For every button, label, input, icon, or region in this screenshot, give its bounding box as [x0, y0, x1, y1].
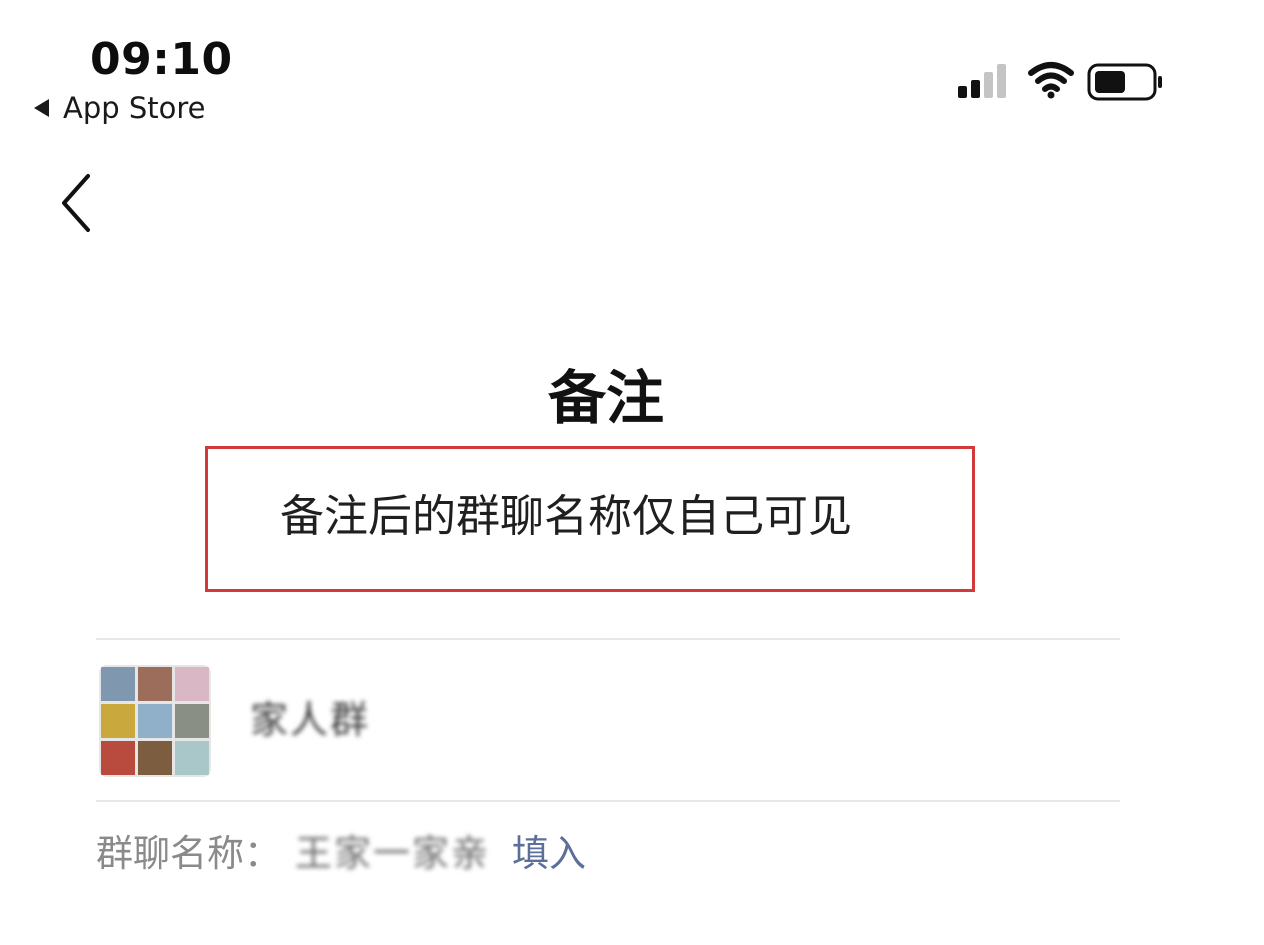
nav-back-button[interactable] — [48, 168, 108, 238]
avatar-tile — [175, 667, 209, 701]
wifi-icon — [1028, 62, 1074, 99]
avatar-tile — [101, 667, 135, 701]
avatar-tile — [138, 704, 172, 738]
page-title: 备注 — [547, 364, 664, 432]
fill-in-link[interactable]: 填入 — [512, 826, 586, 882]
group-name: 家人群 — [250, 698, 371, 742]
chevron-left-icon — [62, 174, 90, 232]
status-time: 09:10 — [90, 34, 233, 85]
chat-name-value: 王家一家亲 — [295, 832, 490, 875]
hint-text: 备注后的群聊名称仅自己可见 — [280, 491, 852, 542]
avatar-tile — [175, 741, 209, 775]
avatar-tile — [138, 667, 172, 701]
group-row[interactable]: 家人群 — [96, 640, 1120, 800]
chat-name-row: 群聊名称： 王家一家亲 填入 — [96, 826, 586, 882]
cellular-signal-icon — [958, 64, 1006, 98]
back-triangle-icon — [34, 99, 49, 117]
avatar-tile — [175, 704, 209, 738]
back-to-app-store[interactable]: App Store — [34, 90, 206, 126]
chat-name-label: 群聊名称： — [96, 832, 281, 875]
avatar-tile — [101, 741, 135, 775]
status-icons — [956, 60, 1166, 104]
avatar-tile — [101, 704, 135, 738]
group-avatar — [99, 665, 211, 777]
back-app-label: App Store — [63, 91, 206, 125]
avatar-tile — [138, 741, 172, 775]
battery-icon — [1087, 63, 1162, 101]
divider — [96, 800, 1120, 802]
hint-highlight-box: 备注后的群聊名称仅自己可见 — [205, 446, 975, 592]
